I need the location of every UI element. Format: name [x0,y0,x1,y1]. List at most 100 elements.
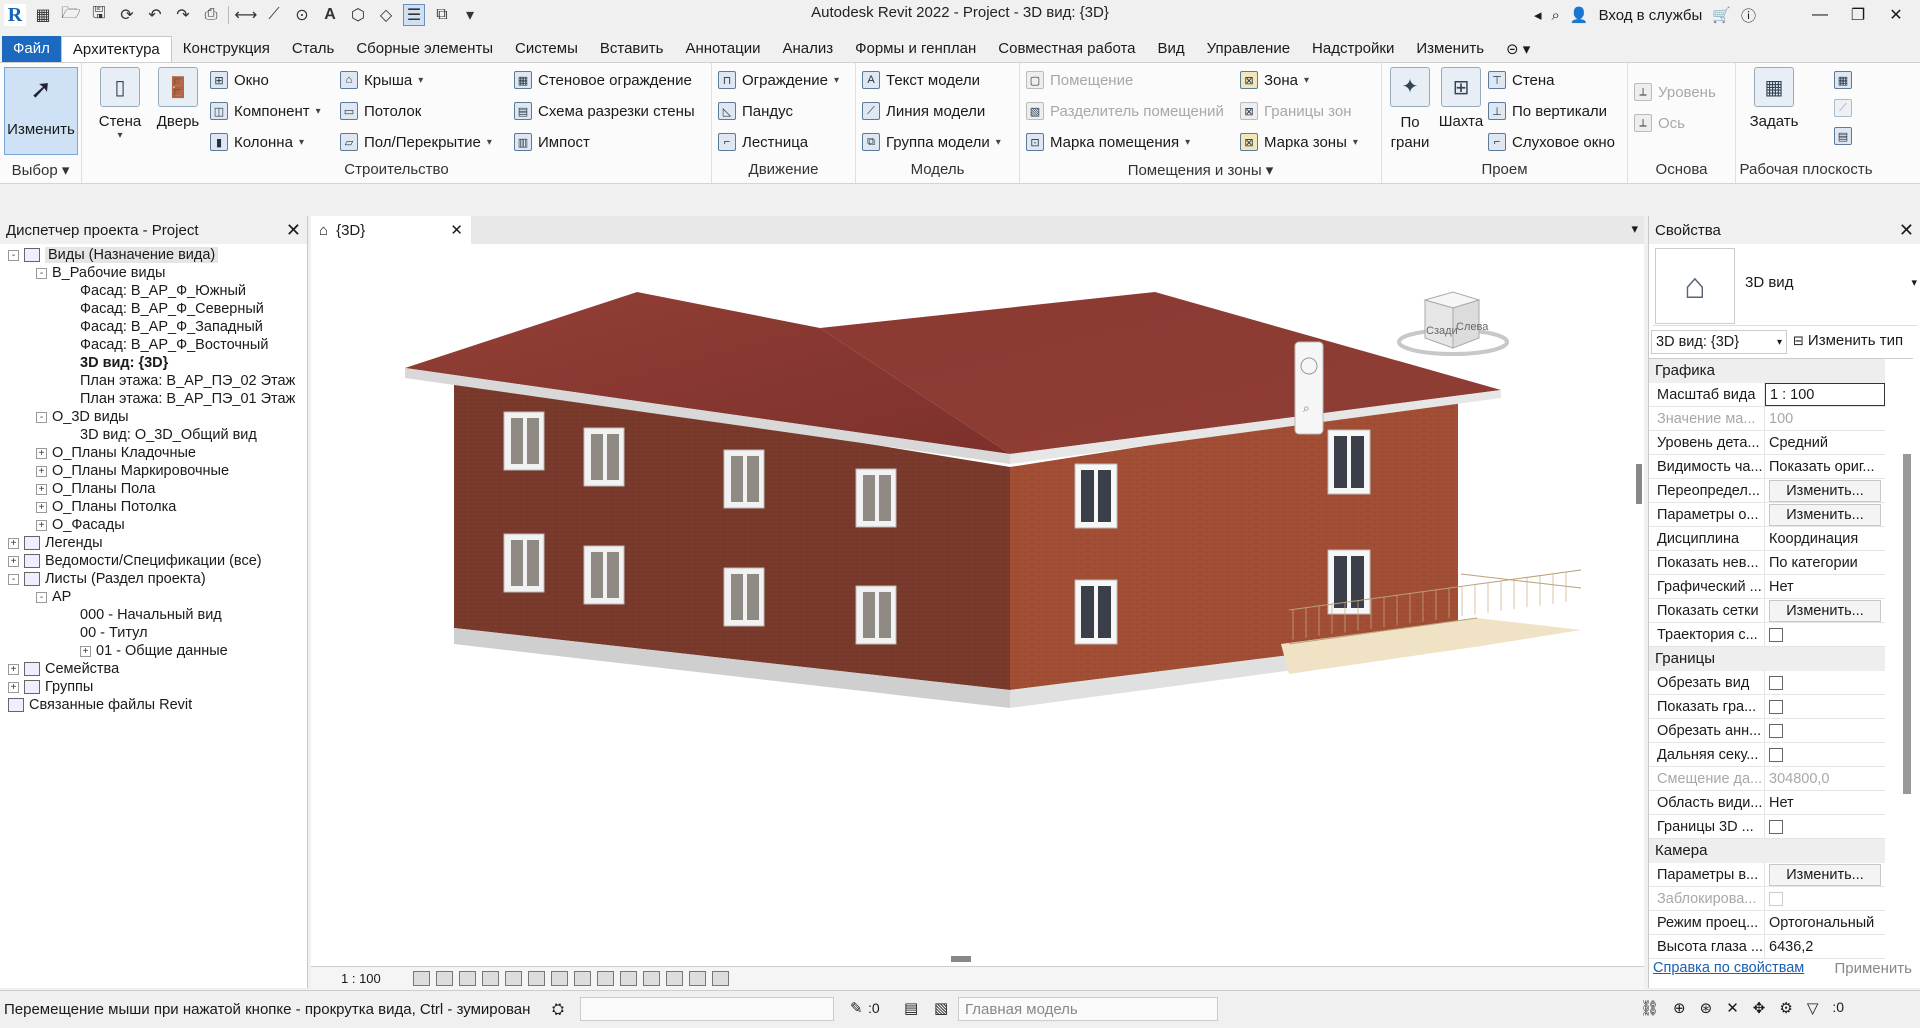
viewer-icon[interactable]: ▤ [1834,127,1852,145]
expand-icon[interactable]: + [36,447,47,459]
print-icon[interactable]: ⎙ [200,4,222,26]
property-row[interactable]: Видимость ча... Показать ориг... [1649,455,1885,479]
area-boundary-button[interactable]: ⊠ Границы зон [1240,102,1352,120]
customize-icon[interactable]: ▾ [459,4,481,26]
edit-button[interactable]: Изменить... [1769,600,1881,622]
ribbon-options-icon[interactable]: ⊝ ▾ [1495,36,1541,62]
checkbox[interactable] [1769,820,1783,834]
crop-view-icon[interactable] [527,971,545,986]
property-value[interactable]: Изменить... [1765,503,1885,526]
tab-menu-icon[interactable]: ▾ [1631,221,1638,237]
tab-0[interactable]: Файл [2,36,61,62]
close-icon[interactable]: ✕ [1882,5,1910,25]
tab-2[interactable]: Конструкция [172,36,281,62]
ramp-button[interactable]: ◺ Пандус [718,102,793,120]
properties-scrollbar[interactable] [1903,454,1911,794]
sync-icon[interactable]: ⟳ [116,4,138,26]
show-crop-icon[interactable] [550,971,568,986]
model-text-button[interactable]: A Текст модели [862,71,980,89]
view-scale[interactable]: 1 : 100 [341,971,381,986]
property-value[interactable] [1765,695,1885,718]
property-value[interactable] [1765,671,1885,694]
collapse-icon[interactable]: - [8,249,19,261]
vertical-scrollbar[interactable] [1636,464,1642,504]
component-button[interactable]: ◫ Компонент ▾ [210,102,321,120]
highlight-icon[interactable] [688,971,706,986]
drag-elements-icon[interactable]: ✥ [1753,999,1766,1017]
expand-icon[interactable]: + [8,555,19,567]
property-row[interactable]: Обрезать анн... [1649,719,1885,743]
tab-5[interactable]: Системы [504,36,589,62]
tab-9[interactable]: Формы и генплан [844,36,987,62]
detail-level-icon[interactable] [412,971,430,986]
property-row[interactable]: Режим проец... Ортогональный [1649,911,1885,935]
roof-button[interactable]: ⌂ Крыша ▾ [340,71,423,89]
property-row[interactable]: Область види... Нет [1649,791,1885,815]
ceiling-button[interactable]: ▭ Потолок [340,102,421,120]
3d-viewport[interactable]: Сзади Слева ⌕ [311,244,1644,966]
property-row[interactable]: Показать гра... [1649,695,1885,719]
editing-requests-icon[interactable]: ✎ [850,999,863,1017]
measure-icon[interactable]: ⟷ [235,4,258,26]
sun-path-icon[interactable] [458,971,476,986]
expand-icon[interactable]: + [36,465,47,477]
workset-dropdown[interactable] [580,997,834,1021]
save-icon[interactable]: 🖫 [88,4,110,26]
vertical-opening-button[interactable]: ⊥ По вертикали [1488,102,1607,120]
room-separator-button[interactable]: ▧ Разделитель помещений [1026,102,1224,120]
redo-icon[interactable]: ↷ [172,4,194,26]
design-option-dropdown[interactable]: Главная модель [958,997,1218,1021]
property-value[interactable]: 6436,2 [1765,935,1885,958]
model-group-button[interactable]: ⧉ Группа модели ▾ [862,133,1001,151]
checkbox[interactable] [1769,892,1783,906]
property-row[interactable]: Высота глаза ... 6436,2 [1649,935,1885,959]
property-value[interactable]: Координация [1765,527,1885,550]
tab-3[interactable]: Сталь [281,36,345,62]
expand-icon[interactable]: + [8,537,19,549]
property-row[interactable]: Уровень дета... Средний [1649,431,1885,455]
text-icon[interactable]: A [319,4,341,26]
property-value[interactable]: 304800,0 [1765,767,1885,790]
collapse-icon[interactable]: - [8,573,19,585]
tree-node[interactable]: Связанные файлы Revit [8,694,192,716]
property-value[interactable]: 100 [1765,407,1885,430]
tab-14[interactable]: Изменить [1405,36,1495,62]
property-value[interactable] [1765,719,1885,742]
area-button[interactable]: ⊠ Зона ▾ [1240,71,1309,89]
design-options-icon[interactable]: ▤ [904,999,918,1017]
window-button[interactable]: ⊞ Окно [210,71,269,89]
door-button[interactable]: 🚪 Дверь [154,67,202,130]
tab-13[interactable]: Надстройки [1301,36,1405,62]
property-row[interactable]: Показать нев... По категории [1649,551,1885,575]
reveal-hidden-icon[interactable] [619,971,637,986]
tag-icon[interactable]: ⊙ [291,4,313,26]
expand-icon[interactable]: + [80,645,91,657]
property-value[interactable]: Нет [1765,575,1885,598]
checkbox[interactable] [1769,628,1783,642]
signin-label[interactable]: Вход в службы [1599,7,1703,24]
property-row[interactable]: Графический ... Нет [1649,575,1885,599]
shadows-icon[interactable] [481,971,499,986]
property-row[interactable]: Показать сетки Изменить... [1649,599,1885,623]
checkbox[interactable] [1769,700,1783,714]
property-value[interactable] [1765,743,1885,766]
view-tab-3d[interactable]: ⌂ {3D} ✕ [311,216,471,244]
room-tag-button[interactable]: ⊡ Марка помещения ▾ [1026,133,1190,151]
property-group-graphics[interactable]: Графика [1649,359,1885,383]
expand-icon[interactable]: + [8,663,19,675]
property-value[interactable]: Ортогональный [1765,911,1885,934]
home-icon[interactable]: ▦ [32,4,54,26]
checkbox[interactable] [1769,748,1783,762]
property-value[interactable]: Нет [1765,791,1885,814]
arrow-left-icon[interactable]: ◂ [1534,6,1542,24]
grid-button[interactable]: ⟂ Ось [1634,114,1685,132]
property-value[interactable]: Изменить... [1765,863,1885,886]
edit-button[interactable]: Изменить... [1769,864,1881,886]
wall-opening-button[interactable]: ⊤ Стена [1488,71,1555,89]
property-value[interactable]: Изменить... [1765,479,1885,502]
property-row[interactable]: Значение ма... 100 [1649,407,1885,431]
shaft-button[interactable]: ⊞ Шахта [1436,67,1486,130]
checkbox[interactable] [1769,724,1783,738]
undo-icon[interactable]: ↶ [144,4,166,26]
expand-icon[interactable]: + [36,501,47,513]
